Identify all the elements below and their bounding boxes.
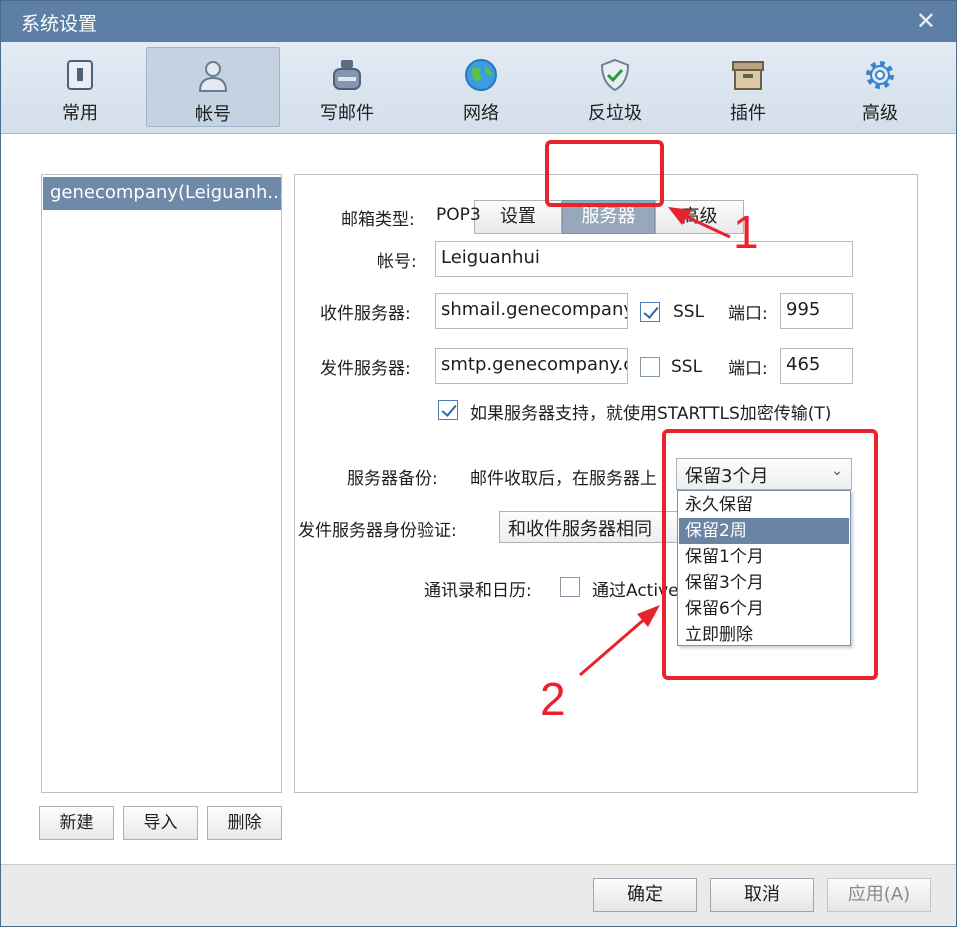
- new-account-button[interactable]: 新建: [39, 806, 114, 840]
- import-account-button[interactable]: 导入: [123, 806, 198, 840]
- contacts-activesync-checkbox[interactable]: [560, 577, 580, 597]
- contacts-activesync-label: 通过Active: [592, 581, 679, 601]
- dropdown-option[interactable]: 保留3个月: [679, 570, 849, 596]
- account-list[interactable]: genecompany(Leiguanh...: [41, 174, 282, 793]
- toolbar-label: 帐号: [195, 104, 231, 125]
- dialog-footer: 确定 取消 应用(A): [1, 864, 956, 926]
- annotation-marker-2: 2: [540, 673, 566, 725]
- settings-window: 系统设置 ✕ 常用 帐号 写邮件 网络 反垃圾 插件 高级 genecompan…: [0, 0, 957, 927]
- dropdown-option[interactable]: 保留2周: [679, 518, 849, 544]
- incoming-port-field[interactable]: 995: [780, 293, 853, 329]
- toolbar-item-compose[interactable]: 写邮件: [280, 47, 414, 127]
- window-title: 系统设置: [21, 13, 98, 35]
- category-toolbar: 常用 帐号 写邮件 网络 反垃圾 插件 高级: [1, 42, 956, 134]
- toolbar-item-network[interactable]: 网络: [414, 47, 548, 127]
- chevron-down-icon: ⌄: [831, 463, 843, 479]
- server-backup-select[interactable]: 保留3个月 ⌄: [676, 458, 852, 490]
- incoming-ssl-label: SSL: [673, 302, 705, 322]
- dropdown-option[interactable]: 永久保留: [679, 492, 849, 518]
- delete-account-button[interactable]: 删除: [207, 806, 282, 840]
- incoming-port-label: 端口:: [728, 304, 768, 324]
- globe-icon: [465, 59, 497, 91]
- account-field[interactable]: Leiguanhui: [435, 241, 853, 277]
- outgoing-auth-select[interactable]: 和收件服务器相同: [499, 511, 684, 543]
- close-icon[interactable]: ✕: [916, 7, 936, 35]
- mailbox-type-label: 邮箱类型:: [341, 210, 415, 230]
- outgoing-port-field[interactable]: 465: [780, 348, 853, 384]
- incoming-server-label: 收件服务器:: [320, 304, 411, 324]
- outgoing-port-label: 端口:: [728, 359, 768, 379]
- toolbar-item-general[interactable]: 常用: [13, 47, 147, 127]
- toolbar-label: 网络: [463, 103, 499, 124]
- account-settings-panel: 设置 服务器 高级 邮箱类型: POP3 帐号: Leiguanhui 收件服务…: [294, 174, 918, 793]
- starttls-checkbox[interactable]: [438, 400, 458, 420]
- outgoing-auth-label: 发件服务器身份验证:: [298, 521, 457, 541]
- shield-icon: [600, 58, 630, 92]
- toolbar-label: 插件: [730, 103, 766, 124]
- annotation-marker-1: 1: [733, 206, 759, 258]
- title-bar: 系统设置 ✕: [1, 1, 956, 42]
- contacts-calendar-label: 通讯录和日历:: [424, 581, 532, 601]
- incoming-ssl-checkbox[interactable]: [640, 302, 660, 322]
- ok-button[interactable]: 确定: [593, 878, 697, 912]
- cancel-button[interactable]: 取消: [710, 878, 814, 912]
- apply-button[interactable]: 应用(A): [827, 878, 931, 912]
- switch-icon: [67, 60, 93, 90]
- account-label: 帐号:: [377, 252, 417, 272]
- inkwell-icon: [333, 60, 361, 90]
- gear-icon: [866, 61, 894, 89]
- server-backup-selected: 保留3个月: [685, 466, 769, 487]
- outgoing-server-label: 发件服务器:: [320, 359, 411, 379]
- box-icon: [732, 61, 764, 90]
- toolbar-label: 高级: [862, 103, 898, 124]
- outgoing-server-field[interactable]: smtp.genecompany.c: [435, 348, 628, 384]
- dropdown-option[interactable]: 保留6个月: [679, 596, 849, 622]
- server-backup-label: 服务器备份:: [347, 469, 438, 489]
- toolbar-item-account[interactable]: 帐号: [146, 47, 280, 127]
- outgoing-ssl-label: SSL: [671, 357, 703, 377]
- tab-server[interactable]: 服务器: [562, 200, 655, 234]
- content-area: genecompany(Leiguanh... 新建 导入 删除 设置 服务器 …: [1, 134, 956, 864]
- toolbar-item-advanced[interactable]: 高级: [813, 47, 947, 127]
- outgoing-ssl-checkbox[interactable]: [640, 357, 660, 377]
- incoming-server-field[interactable]: shmail.genecompany: [435, 293, 628, 329]
- dropdown-option[interactable]: 保留1个月: [679, 544, 849, 570]
- account-list-item[interactable]: genecompany(Leiguanh...: [43, 177, 281, 210]
- toolbar-label: 写邮件: [320, 103, 374, 124]
- server-backup-dropdown: 永久保留 保留2周 保留1个月 保留3个月 保留6个月 立即删除: [677, 490, 851, 646]
- mailbox-type-value: POP3: [436, 205, 481, 225]
- toolbar-item-plugins[interactable]: 插件: [681, 47, 815, 127]
- toolbar-label: 反垃圾: [588, 103, 642, 124]
- dropdown-option[interactable]: 立即删除: [679, 622, 849, 648]
- toolbar-label: 常用: [62, 103, 98, 124]
- starttls-label: 如果服务器支持，就使用STARTTLS加密传输(T): [470, 404, 832, 424]
- tab-advanced[interactable]: 高级: [655, 200, 744, 234]
- user-icon: [198, 61, 228, 92]
- tab-settings[interactable]: 设置: [474, 200, 562, 234]
- toolbar-item-antispam[interactable]: 反垃圾: [548, 47, 682, 127]
- outgoing-auth-selected: 和收件服务器相同: [508, 519, 652, 540]
- server-backup-description: 邮件收取后，在服务器上: [470, 469, 657, 489]
